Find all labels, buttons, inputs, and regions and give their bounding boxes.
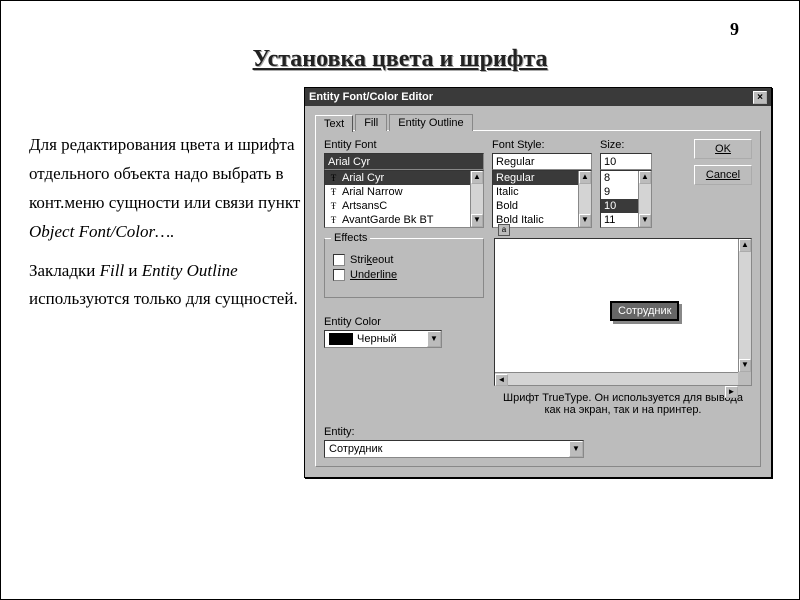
body-p2e: используются только для сущностей. [29, 289, 298, 308]
body-p1a: Для редактирования цвета и шрифта отдель… [29, 135, 300, 212]
scroll-down-button[interactable]: ▼ [739, 359, 751, 372]
checkbox-icon [333, 269, 345, 281]
preview-pane: Сотрудник ▲ ▼ ◄ ► [494, 238, 752, 386]
label-entity: Entity: [324, 426, 752, 438]
scrollbar-vertical[interactable]: ▲ ▼ [578, 171, 591, 227]
entity-combo[interactable]: Сотрудник ▼ [324, 440, 584, 458]
preview-icon: a [498, 224, 510, 236]
entity-color-combo[interactable]: Черный ▼ [324, 330, 442, 348]
list-item-label: AvantGarde Bk BT [342, 213, 434, 227]
scrollbar-horizontal[interactable]: ◄ ► [495, 372, 738, 385]
scroll-down-button[interactable]: ▼ [639, 214, 651, 227]
preview-entity: Сотрудник [610, 301, 679, 321]
label-font-style: Font Style: [492, 139, 592, 151]
color-name: Черный [357, 333, 397, 345]
font-name-input[interactable]: Arial Cyr [324, 153, 484, 170]
list-item[interactable]: ŦArial Narrow [325, 185, 483, 199]
body-p1b: Object Font/Color…. [29, 222, 174, 241]
list-item-label: Arial Cyr [342, 171, 384, 185]
label-size: Size: [600, 139, 652, 151]
list-item[interactable]: ŦAvantGarde Bk BT [325, 213, 483, 227]
chevron-down-icon[interactable]: ▼ [427, 331, 441, 347]
list-item[interactable]: Italic [493, 185, 591, 199]
ok-button[interactable]: OK [694, 139, 752, 159]
scroll-down-button[interactable]: ▼ [471, 214, 483, 227]
tab-entity-outline[interactable]: Entity Outline [389, 114, 472, 131]
list-item[interactable]: Bold [493, 199, 591, 213]
size-input[interactable]: 10 [600, 153, 652, 170]
effects-group: Effects Strikeout Underline [324, 238, 484, 298]
preview-hint: Шрифт TrueType. Он используется для выво… [494, 392, 752, 416]
page-title: Установка цвета и шрифта [1, 46, 799, 73]
body-p2c: и [124, 261, 142, 280]
scroll-corner [738, 372, 751, 385]
scroll-up-button[interactable]: ▲ [739, 239, 751, 252]
ok-label: OK [715, 143, 731, 155]
strikeout-checkbox[interactable]: Strikeout [333, 254, 475, 266]
chevron-down-icon[interactable]: ▼ [569, 441, 583, 457]
cancel-label: Cancel [706, 169, 740, 181]
body-text: Для редактирования цвета и шрифта отдель… [29, 131, 304, 324]
page-number: 9 [730, 19, 739, 40]
body-p2b: Fill [100, 261, 125, 280]
scroll-left-button[interactable]: ◄ [495, 374, 508, 386]
scroll-up-button[interactable]: ▲ [579, 171, 591, 184]
scrollbar-vertical[interactable]: ▲ ▼ [638, 171, 651, 227]
tab-fill[interactable]: Fill [355, 114, 387, 131]
scroll-up-button[interactable]: ▲ [471, 171, 483, 184]
body-p2a: Закладки [29, 261, 100, 280]
size-listbox[interactable]: 8 9 10 11 ▲ ▼ [600, 170, 652, 228]
font-color-dialog: Entity Font/Color Editor × Text Fill Ent… [304, 87, 772, 478]
list-item[interactable]: ŦArtsansC [325, 199, 483, 213]
list-item-label: ArtsansC [342, 199, 387, 213]
underline-label: Underline [350, 269, 397, 281]
scrollbar-vertical[interactable]: ▲ ▼ [738, 239, 751, 372]
truetype-icon: Ŧ [328, 173, 339, 184]
tab-panel: Entity Font Arial Cyr ŦArial Cyr ŦArial … [315, 130, 761, 467]
font-listbox[interactable]: ŦArial Cyr ŦArial Narrow ŦArtsansC ŦAvan… [324, 170, 484, 228]
color-swatch [329, 333, 353, 345]
truetype-icon: Ŧ [328, 187, 339, 198]
scroll-right-button[interactable]: ► [725, 386, 738, 398]
label-effects: Effects [331, 232, 370, 244]
truetype-icon: Ŧ [328, 215, 339, 226]
close-button[interactable]: × [753, 91, 767, 104]
strikeout-label: Strikeout [350, 254, 393, 266]
list-item[interactable]: Regular [493, 171, 591, 185]
entity-value: Сотрудник [329, 443, 382, 455]
dialog-titlebar[interactable]: Entity Font/Color Editor × [305, 88, 771, 106]
truetype-icon: Ŧ [328, 201, 339, 212]
label-entity-color: Entity Color [324, 316, 484, 328]
scroll-down-button[interactable]: ▼ [579, 214, 591, 227]
list-item[interactable]: ŦArial Cyr [325, 171, 483, 185]
underline-checkbox[interactable]: Underline [333, 269, 475, 281]
label-entity-font: Entity Font [324, 139, 484, 151]
tab-strip: Text Fill Entity Outline [315, 114, 761, 131]
tab-text[interactable]: Text [315, 115, 353, 132]
cancel-button[interactable]: Cancel [694, 165, 752, 185]
body-p2d: Entity Outline [142, 261, 238, 280]
scrollbar-vertical[interactable]: ▲ ▼ [470, 171, 483, 227]
checkbox-icon [333, 254, 345, 266]
list-item-label: Arial Narrow [342, 185, 403, 199]
dialog-title: Entity Font/Color Editor [309, 91, 433, 103]
scroll-up-button[interactable]: ▲ [639, 171, 651, 184]
font-style-input[interactable]: Regular [492, 153, 592, 170]
style-listbox[interactable]: Regular Italic Bold Bold Italic ▲ ▼ [492, 170, 592, 228]
